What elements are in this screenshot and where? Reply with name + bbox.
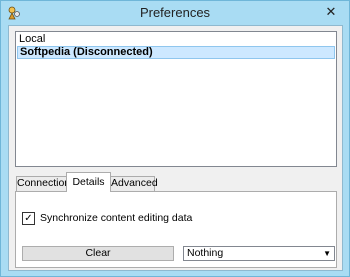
- title-bar[interactable]: Preferences ✕: [1, 1, 349, 25]
- close-icon: ✕: [325, 4, 337, 19]
- server-list[interactable]: Local Softpedia (Disconnected): [15, 31, 337, 167]
- tab-details[interactable]: Details: [66, 172, 111, 192]
- checkmark-icon: ✓: [24, 213, 33, 224]
- list-item[interactable]: Local: [17, 33, 335, 46]
- close-button[interactable]: ✕: [320, 3, 342, 21]
- dropdown-value: Nothing: [187, 247, 224, 259]
- window-title: Preferences: [139, 5, 211, 20]
- dialog-body: Local Softpedia (Disconnected) Connectio…: [8, 25, 343, 271]
- action-dropdown[interactable]: Nothing ▼: [183, 246, 335, 261]
- sync-checkbox[interactable]: ✓: [22, 212, 35, 225]
- chevron-down-icon: ▼: [323, 249, 331, 258]
- list-item-selected[interactable]: Softpedia (Disconnected): [17, 46, 335, 59]
- tab-connection[interactable]: Connection: [16, 176, 70, 191]
- clear-button[interactable]: Clear: [22, 246, 174, 261]
- details-panel: ✓ Synchronize content editing data Clear…: [15, 191, 337, 268]
- tab-strip: Connection Details Advanced: [16, 172, 346, 192]
- preferences-window: Preferences ✕ Local Softpedia (Disconnec…: [0, 0, 350, 277]
- sync-checkbox-label[interactable]: Synchronize content editing data: [40, 212, 192, 225]
- tab-advanced[interactable]: Advanced: [110, 176, 158, 191]
